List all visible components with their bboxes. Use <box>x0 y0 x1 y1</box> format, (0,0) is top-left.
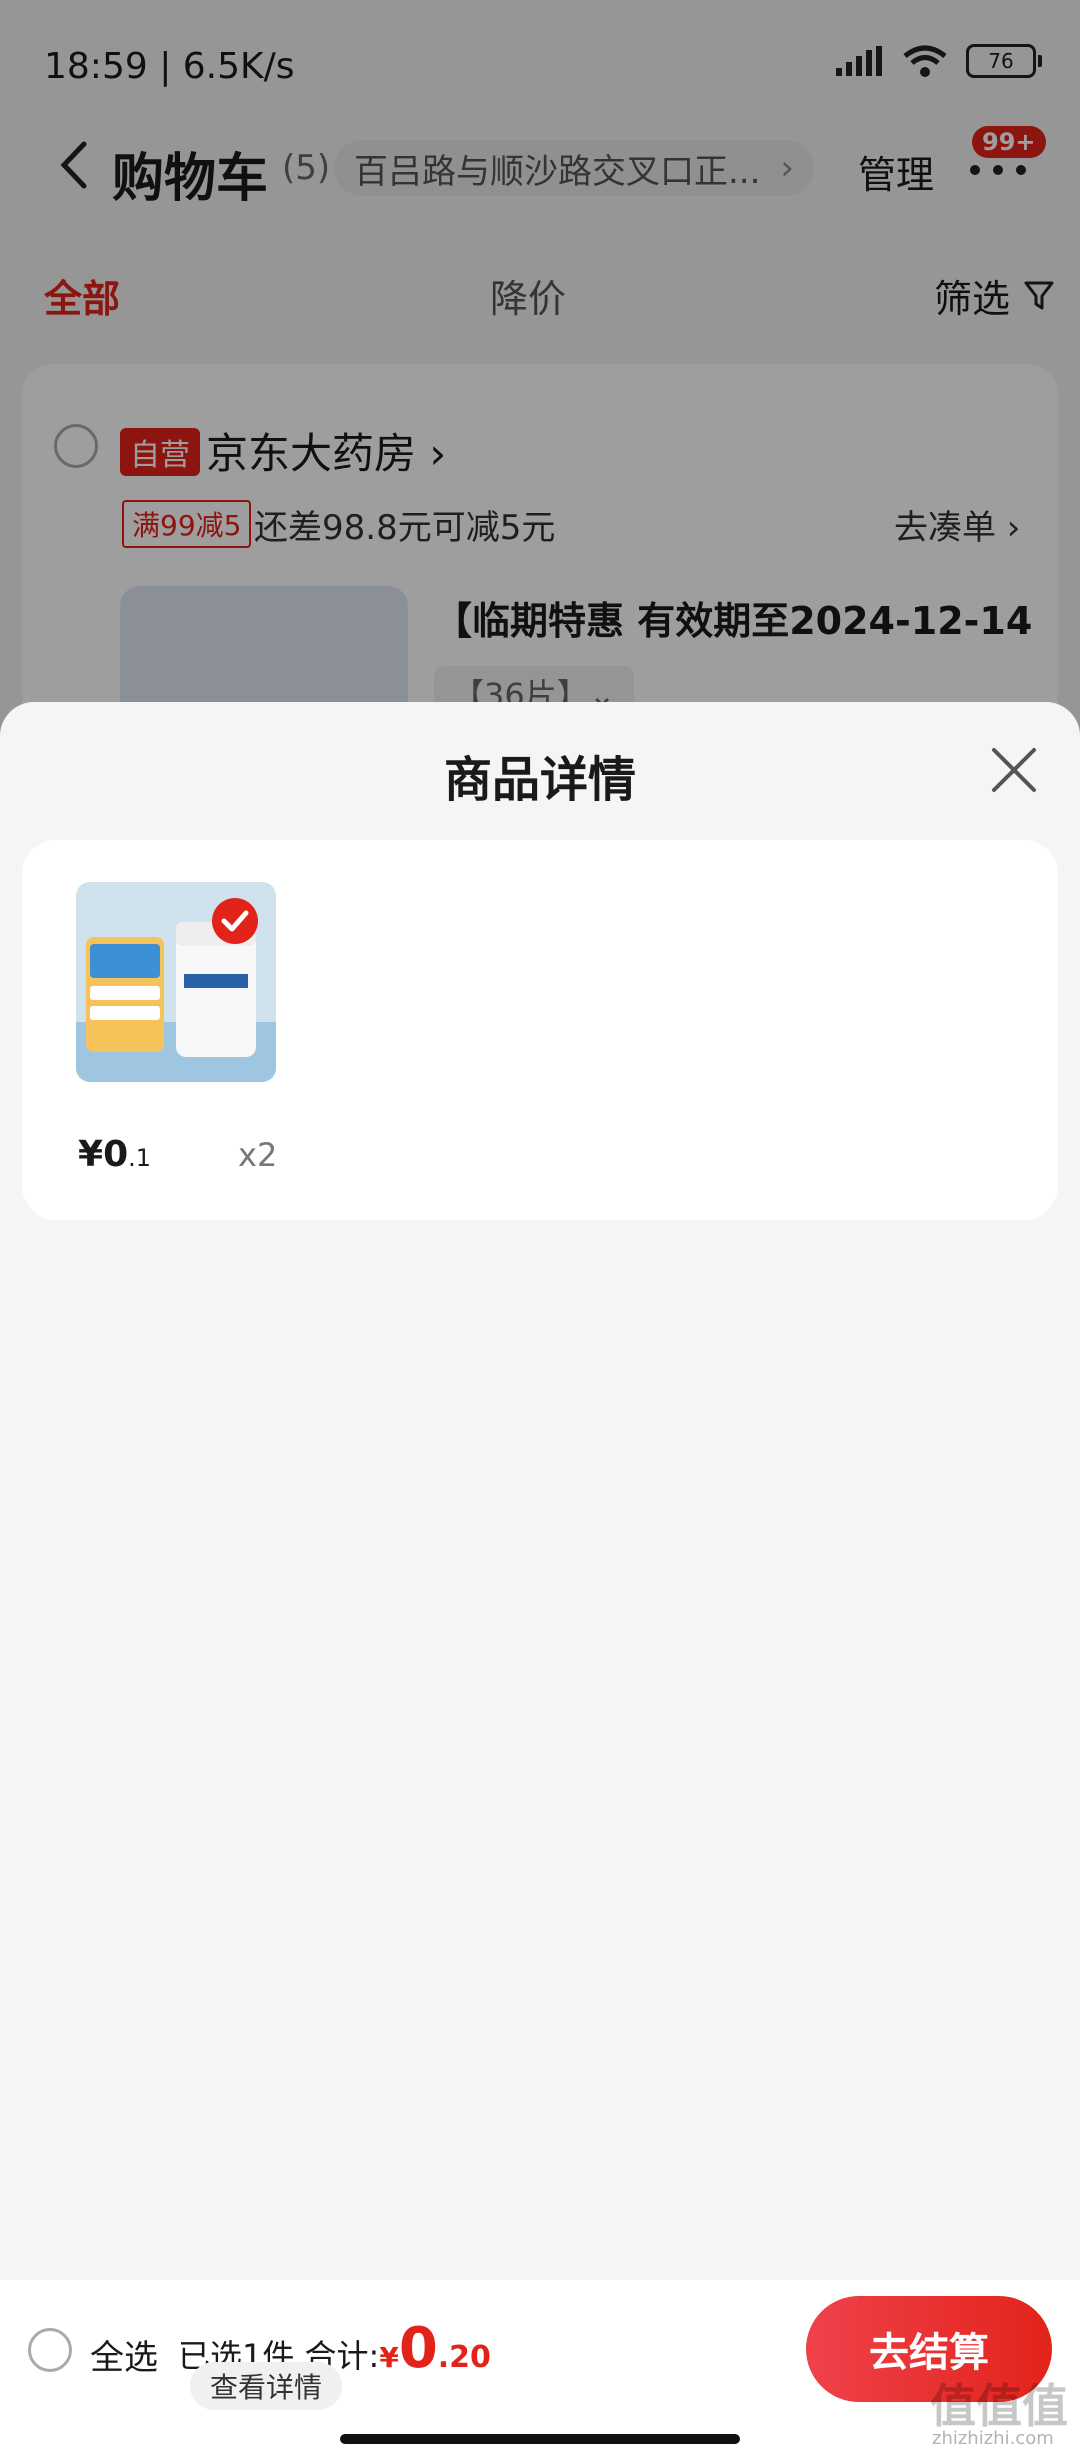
item-quantity: x2 <box>238 1136 278 1174</box>
select-all-label[interactable]: 全选 <box>90 2330 158 2379</box>
home-indicator[interactable] <box>340 2434 740 2444</box>
select-all-checkbox[interactable] <box>28 2328 72 2372</box>
item-price: ¥0.1 <box>78 1134 152 1175</box>
watermark-url: zhizhizhi.com <box>932 2428 1054 2449</box>
total-integer: 0 <box>398 2316 438 2381</box>
view-details-button[interactable]: 查看详情 <box>190 2362 343 2410</box>
total-decimal: .20 <box>437 2340 491 2375</box>
item-selected-icon <box>212 898 258 944</box>
total-currency: ¥ <box>379 2341 399 2374</box>
close-icon[interactable] <box>986 742 1042 798</box>
watermark: 值值值 <box>930 2379 1068 2433</box>
sheet-title: 商品详情 <box>443 752 636 808</box>
